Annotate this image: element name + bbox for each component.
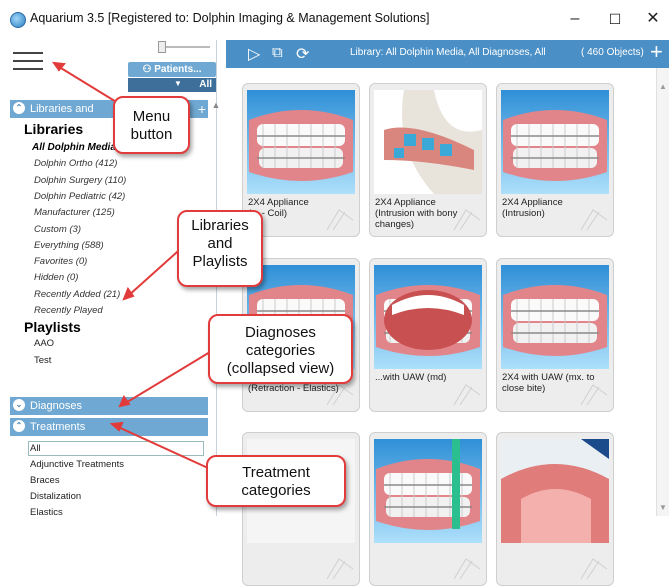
callout-diagnoses-text: Diagnoses categories (collapsed view) [226,324,335,377]
callout-libraries-text: Libraries and Playlists [191,217,249,270]
callout-menu-text: Menu button [130,108,173,143]
callout-diagnoses: Diagnoses categories (collapsed view) [208,314,353,384]
media-type-icon [579,555,609,581]
callout-libraries: Libraries and Playlists [177,210,263,287]
callout-arrows [51,61,211,469]
callout-menu: Menu button [113,96,190,154]
media-type-icon [325,555,355,581]
media-type-icon [452,555,482,581]
callout-treatments: Treatment categories [206,455,346,507]
callout-treatments-text: Treatment categories [241,464,311,499]
